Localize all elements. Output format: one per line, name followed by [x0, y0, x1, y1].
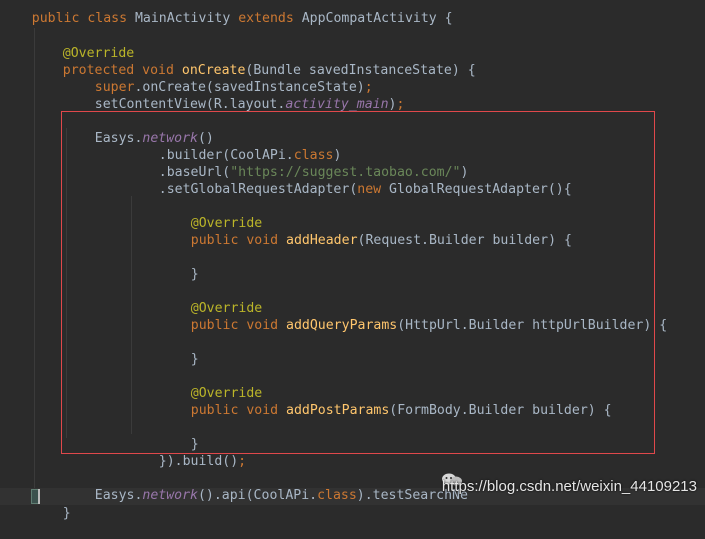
keyword: public [190, 233, 247, 248]
indent-guide [34, 28, 35, 488]
code-text: Easys. [94, 488, 143, 503]
code-line: Easys.network().api(CoolAPi.class).testS… [63, 470, 468, 503]
keyword: class [317, 488, 357, 503]
keyword: void [246, 318, 287, 333]
code-line: } [159, 419, 199, 452]
code-line: @Override [159, 368, 262, 401]
code-line: public class MainActivity extends AppCom… [0, 0, 453, 26]
code-line: }).build(); [127, 436, 246, 469]
code-line: } [159, 249, 199, 282]
code-text: GlobalRequestAdapter(){ [389, 182, 572, 197]
text-caret [38, 489, 40, 504]
semicolon: ; [396, 97, 405, 112]
keyword: public [31, 11, 88, 26]
keyword: public [190, 403, 247, 418]
code-line: Easys.network() [63, 113, 214, 146]
code-line: super.onCreate(savedInstanceState); [63, 62, 373, 95]
method-name: addHeader [286, 233, 358, 248]
parent-class: AppCompatActivity { [301, 11, 453, 26]
static-method: network [142, 488, 198, 503]
code-line: @Override [159, 198, 262, 231]
method-name: addPostParams [286, 403, 390, 418]
code-line: } [31, 488, 71, 521]
keyword: void [246, 233, 287, 248]
keyword: void [246, 403, 287, 418]
method-args: (HttpUrl.Builder httpUrlBuilder) { [397, 318, 668, 333]
code-text: }).build() [158, 454, 239, 469]
code-text: ) [388, 97, 397, 112]
watermark-url: https://blog.csdn.net/weixin_44109213 [441, 478, 697, 495]
code-line: @Override [31, 28, 134, 61]
code-editor[interactable]: public class MainActivity extends AppCom… [0, 0, 705, 521]
closing-brace: } [190, 352, 199, 367]
code-line: @Override [159, 283, 262, 316]
code-line: setContentView(R.layout.activity_main); [63, 79, 405, 112]
code-text: .setGlobalRequestAdapter( [158, 182, 358, 197]
closing-brace: } [190, 267, 199, 282]
field-name: activity_main [285, 97, 389, 112]
closing-brace: } [62, 506, 71, 521]
semicolon: ; [238, 454, 247, 469]
code-line: public void addQueryParams(HttpUrl.Build… [159, 300, 667, 333]
code-line: public void addPostParams(FormBody.Build… [159, 385, 612, 418]
code-line: .builder(CoolAPi.class) [127, 130, 342, 163]
keyword: extends [238, 11, 302, 26]
code-line: .setGlobalRequestAdapter(new GlobalReque… [127, 164, 572, 197]
code-text: setContentView(R.layout. [94, 97, 286, 112]
method-args: (FormBody.Builder builder) { [389, 403, 612, 418]
code-line: } [159, 334, 199, 367]
code-line: .baseUrl("https://suggest.taobao.com/") [127, 147, 469, 180]
class-name: MainActivity [134, 11, 239, 26]
code-text: ().api(CoolAPi. [197, 488, 318, 503]
method-args: (Request.Builder builder) { [357, 233, 572, 248]
keyword: public [190, 318, 247, 333]
code-line: protected void onCreate(Bundle savedInst… [31, 45, 476, 78]
code-line: public void addHeader(Request.Builder bu… [159, 215, 572, 248]
keyword: class [87, 11, 135, 26]
keyword: new [357, 182, 390, 197]
method-name: addQueryParams [286, 318, 398, 333]
